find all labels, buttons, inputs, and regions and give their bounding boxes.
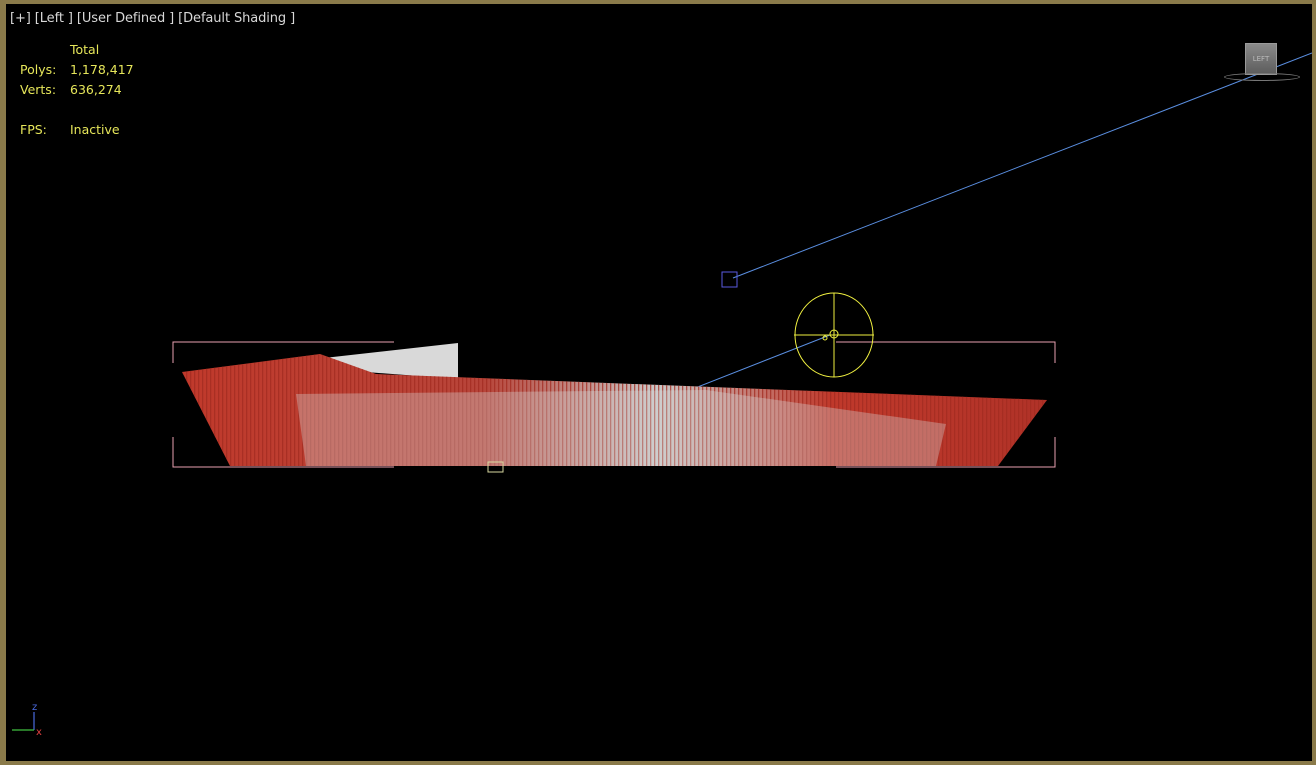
scene-geometry[interactable] <box>6 4 1312 761</box>
x-axis-label: x <box>36 727 42 738</box>
viewcube-compass-ring[interactable] <box>1224 73 1300 81</box>
light-direction-line <box>689 334 831 391</box>
axis-tripod: z x <box>12 702 42 738</box>
z-axis-label: z <box>32 702 37 713</box>
light-target-handle[interactable] <box>721 271 738 288</box>
light-target-line <box>732 52 1312 279</box>
viewcube-left-face[interactable]: LEFT <box>1245 43 1277 75</box>
viewport-left[interactable]: [+] [Left ] [User Defined ] [Default Sha… <box>0 0 1316 765</box>
light-gizmo[interactable] <box>794 292 874 378</box>
